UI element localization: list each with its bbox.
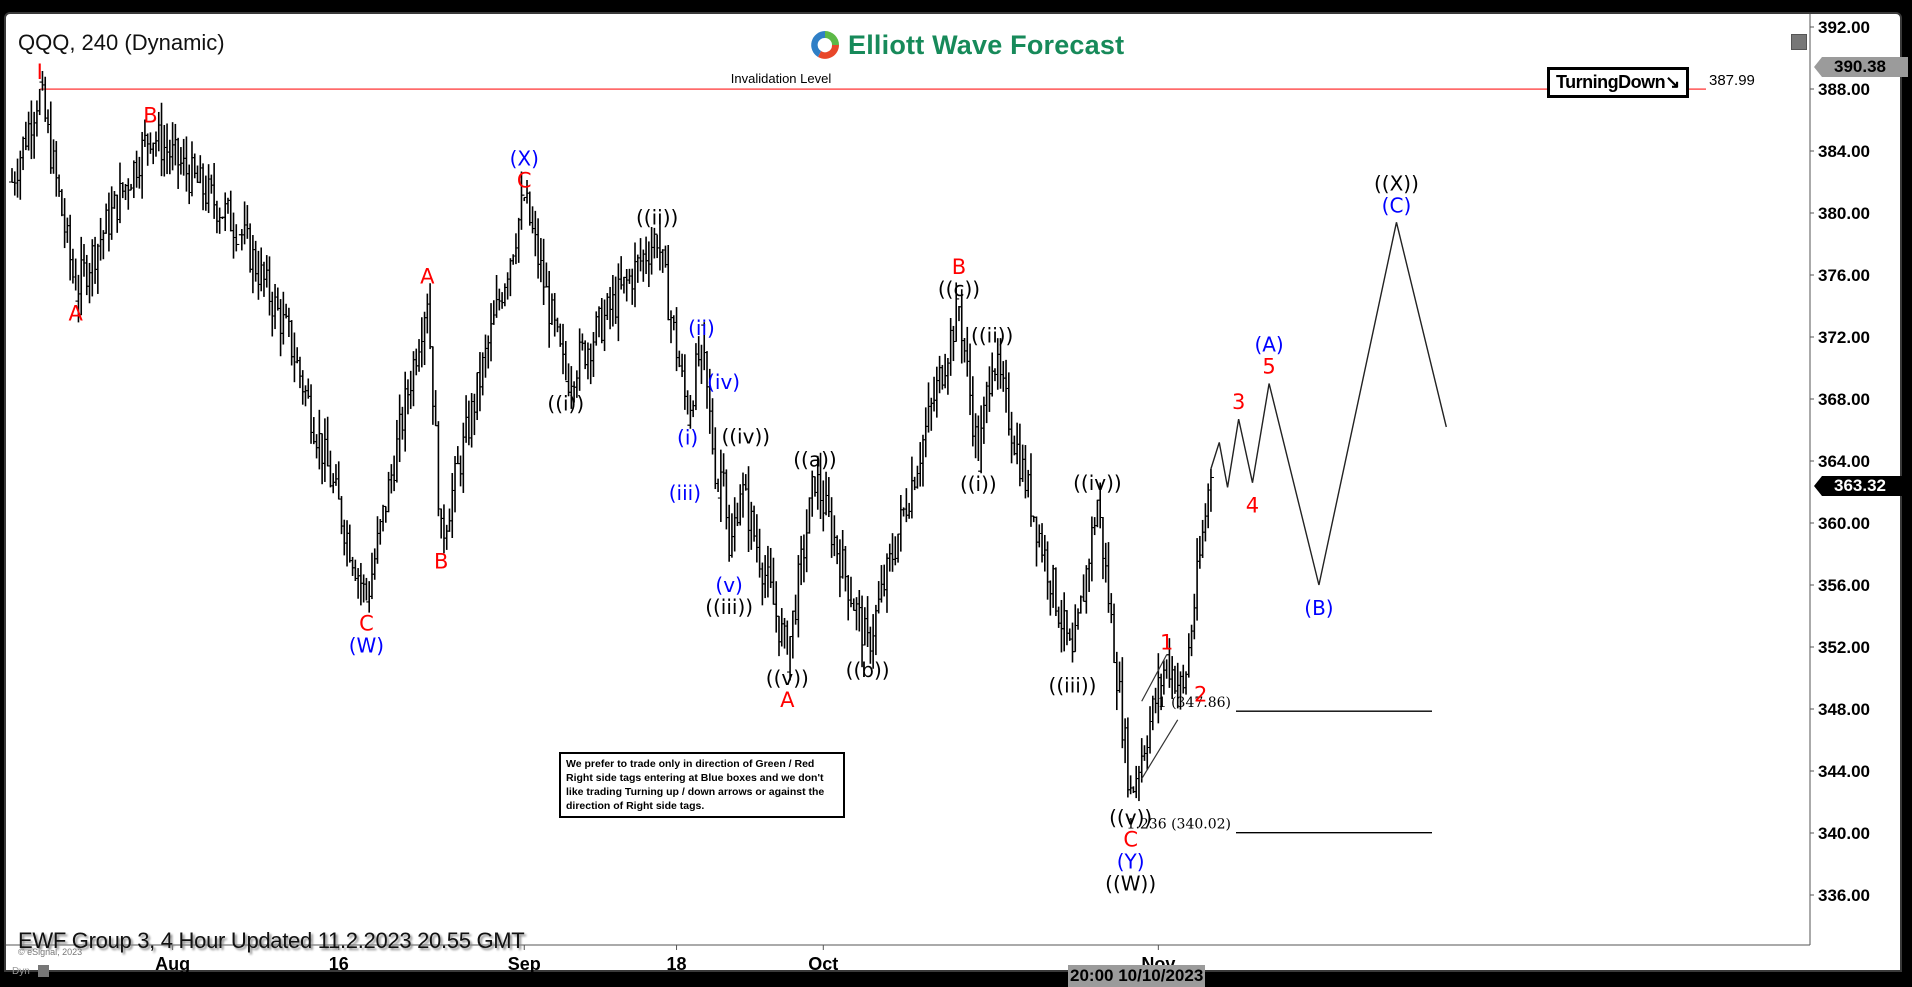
wave-label: (W) <box>349 634 384 658</box>
last-price-tag: 363.32 <box>1814 476 1908 496</box>
wave-label: ((iii)) <box>1049 674 1097 698</box>
projection-path <box>1210 222 1447 586</box>
wave-label: A <box>780 688 795 712</box>
y-tick-label: 372.00 <box>1818 328 1870 347</box>
wave-label: C <box>359 612 374 636</box>
wave-label: ((a)) <box>793 448 836 472</box>
wave-label: (A) <box>1254 333 1283 357</box>
wave-label: ((iii)) <box>705 595 753 619</box>
chart-window: 336.00 340.00 344.00 348.00 352.00 356.00 360.… <box>4 12 1908 987</box>
wave-label: 1 <box>1160 630 1173 654</box>
x-tick-label: Oct <box>808 954 838 974</box>
y-tick-label: 352.00 <box>1818 638 1870 657</box>
wave-label: 4 <box>1246 494 1259 518</box>
dyn-label: Dyn <box>12 966 30 977</box>
wave-label: (X) <box>510 147 539 171</box>
symbol-title: QQQ, 240 (Dynamic) <box>18 30 225 55</box>
ewf-logo-icon <box>811 31 839 59</box>
y-tick-label: 356.00 <box>1818 576 1870 595</box>
x-tick-label: Aug <box>155 954 190 974</box>
wave-label: ((ii)) <box>971 324 1013 348</box>
wave-label: ((v)) <box>1109 805 1152 829</box>
y-tick-label: 364.00 <box>1818 452 1870 471</box>
wave-label: A <box>420 265 435 289</box>
arrow-down-right-icon: ↘ <box>1665 72 1680 92</box>
wave-label: ((i)) <box>960 472 997 496</box>
wave-label: (ii) <box>688 316 715 340</box>
wave-label: C <box>517 169 532 193</box>
high-price-tag: 390.38 <box>1814 57 1908 77</box>
y-tick-label: 348.00 <box>1818 700 1870 719</box>
brand-logo: Elliott Wave Forecast <box>808 28 1124 62</box>
wave-label: A <box>68 302 83 326</box>
brand-name: Elliott Wave Forecast <box>848 29 1125 60</box>
wave-label: ((iv)) <box>721 424 770 448</box>
wave-label: (C) <box>1382 193 1412 217</box>
turning-tag-label: TurningDown <box>1556 72 1666 92</box>
copyright: © eSignal, 2023 <box>18 947 83 957</box>
wave-label: B <box>143 103 157 127</box>
y-tick-label: 360.00 <box>1818 514 1870 533</box>
fx-icon[interactable] <box>38 965 49 977</box>
wave-label: ((i)) <box>547 391 584 415</box>
wave-label: I <box>37 60 43 84</box>
wave-label: (iv) <box>707 370 740 394</box>
wave-label: (B) <box>1304 596 1333 620</box>
invalidation-label: Invalidation Level <box>731 71 832 86</box>
wave-label: ((ii)) <box>636 206 678 230</box>
wave-label: (iii) <box>669 481 701 505</box>
wave-label: B <box>952 255 966 279</box>
wave-label: ((c)) <box>938 277 980 301</box>
update-stamp: EWF Group 3, 4 Hour Updated 11.2.2023 20… <box>18 928 525 953</box>
wave-label: ((X)) <box>1374 171 1419 195</box>
restore-window-button[interactable] <box>1791 34 1807 50</box>
wave-label: (Y) <box>1117 849 1145 873</box>
wave-label: 5 <box>1262 355 1275 379</box>
y-tick-label: 392.00 <box>1818 18 1870 37</box>
y-tick-label: 344.00 <box>1818 762 1870 781</box>
wave-label: (v) <box>715 573 742 597</box>
x-tick-label: Sep <box>508 954 541 974</box>
y-tick-label: 384.00 <box>1818 142 1870 161</box>
x-tick-label: 18 <box>667 954 687 974</box>
invalidation-price: 387.99 <box>1709 72 1755 89</box>
wave-label: C <box>1123 827 1138 851</box>
x-tick-label: 16 <box>329 954 349 974</box>
trading-note: We prefer to trade only in direction of … <box>559 752 845 818</box>
y-tick-label: 388.00 <box>1818 80 1870 99</box>
y-tick-label: 376.00 <box>1818 266 1870 285</box>
wave-label: ((W)) <box>1105 871 1156 895</box>
y-tick-label: 340.00 <box>1818 824 1870 843</box>
crosshair-time-label: 20:00 10/10/2023 <box>1068 965 1206 987</box>
wave-label: 3 <box>1232 390 1245 414</box>
turning-down-tag: TurningDown↘ <box>1547 67 1689 98</box>
y-tick-label: 368.00 <box>1818 390 1870 409</box>
y-tick-label: 336.00 <box>1818 886 1870 905</box>
wave-label: ((b)) <box>846 658 890 682</box>
wave-label: ((v)) <box>766 666 809 690</box>
wave-label: ((iv)) <box>1073 471 1122 495</box>
price-chart[interactable]: 336.00 340.00 344.00 348.00 352.00 356.00 360.… <box>6 14 1904 974</box>
wave-label: 2 <box>1194 683 1207 707</box>
wave-label: B <box>434 550 448 574</box>
y-tick-label: 380.00 <box>1818 204 1870 223</box>
wave-label: (i) <box>677 426 698 450</box>
